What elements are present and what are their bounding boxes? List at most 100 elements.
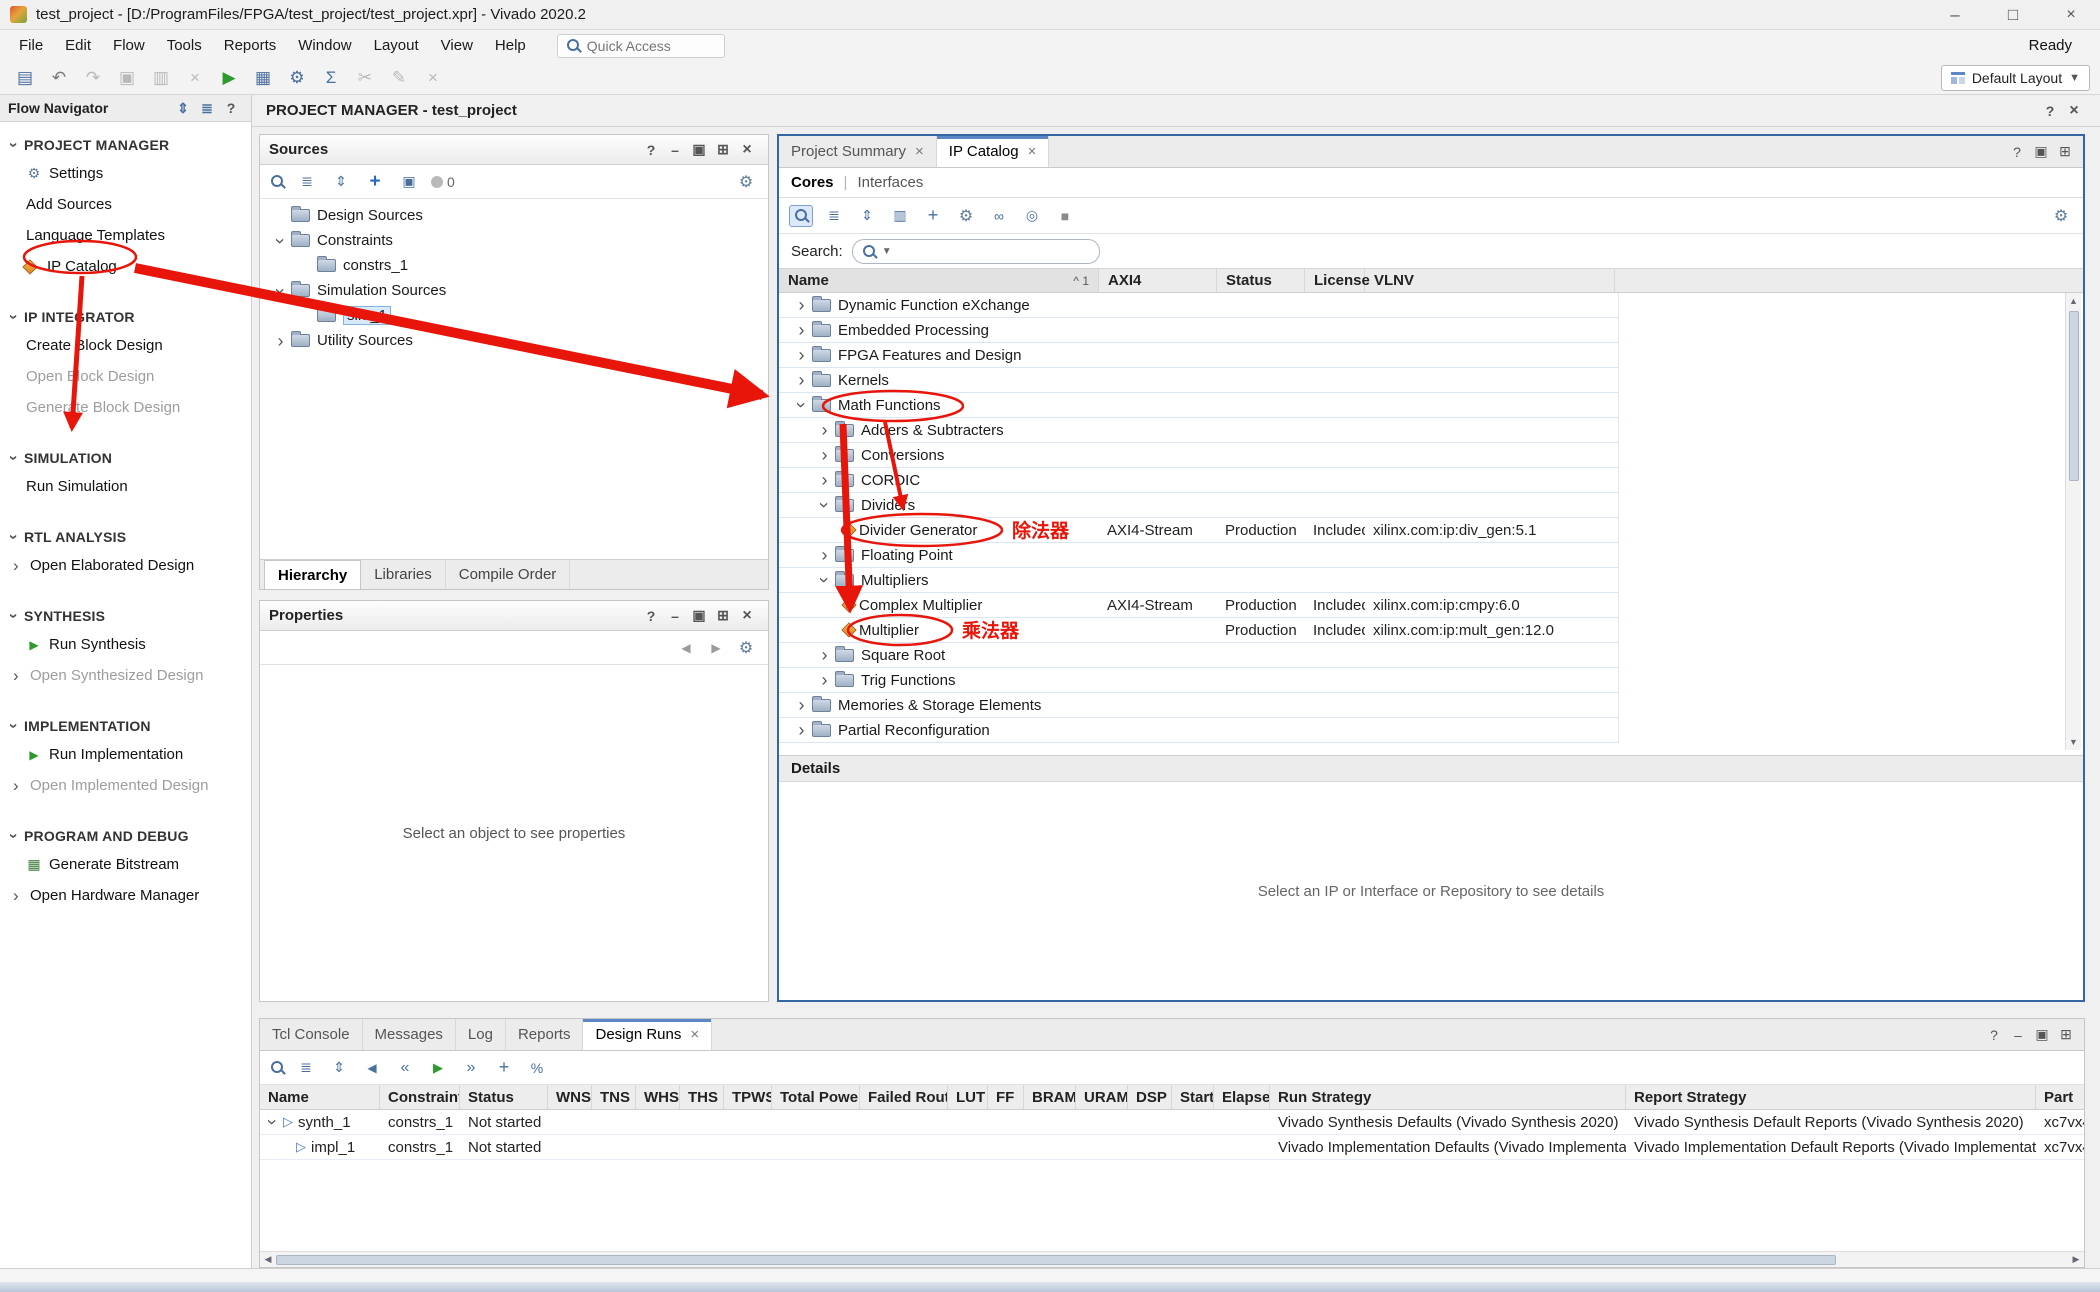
ip-search-box[interactable]: ▼ bbox=[852, 239, 1100, 264]
ip-row-complex-multiplier[interactable]: Complex MultiplierAXI4-StreamProductionI… bbox=[779, 593, 1618, 618]
board-icon[interactable]: ▦ bbox=[248, 65, 278, 91]
ip-row-divider-generator[interactable]: Divider GeneratorAXI4-StreamProductionIn… bbox=[779, 518, 1618, 543]
target-icon[interactable] bbox=[1020, 205, 1044, 227]
chevron-right-icon[interactable]: › bbox=[793, 721, 810, 739]
subtab-interfaces[interactable]: Interfaces bbox=[857, 174, 923, 191]
menu-help[interactable]: Help bbox=[484, 33, 537, 58]
tab-log[interactable]: Log bbox=[456, 1019, 506, 1050]
link-icon[interactable] bbox=[987, 205, 1011, 227]
collapse-all-icon[interactable] bbox=[294, 1057, 318, 1079]
ip-row-dividers[interactable]: ›Dividers bbox=[779, 493, 1618, 518]
collapse-all-icon[interactable] bbox=[295, 171, 319, 193]
close-icon[interactable] bbox=[735, 605, 759, 627]
scroll-left-icon[interactable]: ◀ bbox=[260, 1254, 276, 1265]
flownav-item-open-elaborated-design[interactable]: ›Open Elaborated Design bbox=[0, 550, 251, 581]
ip-row-multipliers[interactable]: ›Multipliers bbox=[779, 568, 1618, 593]
close-icon[interactable]: × bbox=[690, 1026, 699, 1043]
gear-icon[interactable] bbox=[734, 171, 758, 193]
chevron-down-icon[interactable]: › bbox=[272, 282, 290, 299]
expand-all-icon[interactable] bbox=[855, 205, 879, 227]
ip-row-fpga-features-and-design[interactable]: ›FPGA Features and Design bbox=[779, 343, 1618, 368]
redo-icon[interactable]: ↷ bbox=[78, 65, 108, 91]
flownav-item-run-simulation[interactable]: Run Simulation bbox=[0, 471, 251, 502]
horizontal-scrollbar[interactable]: ◀ ▶ bbox=[260, 1251, 2084, 1267]
column-header-lut[interactable]: LUT bbox=[948, 1085, 988, 1109]
edit-icon[interactable]: ✎ bbox=[384, 65, 414, 91]
ip-row-conversions[interactable]: ›Conversions bbox=[779, 443, 1618, 468]
collapse-all-icon[interactable] bbox=[822, 205, 846, 227]
flownav-section-header-rtl-analysis[interactable]: ›RTL ANALYSIS bbox=[0, 524, 251, 550]
scrollbar-thumb[interactable] bbox=[276, 1255, 1836, 1265]
flownav-section-header-implementation[interactable]: ›IMPLEMENTATION bbox=[0, 713, 251, 739]
back-icon[interactable] bbox=[674, 637, 698, 659]
maximize-icon[interactable] bbox=[2053, 141, 2077, 163]
column-header-status[interactable]: Status bbox=[460, 1085, 548, 1109]
run-row-synth-1[interactable]: ›▷synth_1constrs_1Not startedVivado Synt… bbox=[260, 1110, 2084, 1135]
create-run-icon[interactable] bbox=[492, 1057, 516, 1079]
search-toggle-button[interactable] bbox=[789, 205, 813, 227]
column-header-part[interactable]: Part bbox=[2036, 1085, 2084, 1109]
menu-flow[interactable]: Flow bbox=[102, 33, 156, 58]
column-header-report-strategy[interactable]: Report Strategy bbox=[1626, 1085, 2036, 1109]
float-icon[interactable] bbox=[2029, 141, 2053, 163]
chevron-down-icon[interactable]: › bbox=[264, 1114, 282, 1131]
add-repository-icon[interactable] bbox=[921, 205, 945, 227]
menu-window[interactable]: Window bbox=[287, 33, 362, 58]
column-header-elapsed[interactable]: Elapsed bbox=[1214, 1085, 1270, 1109]
sources-tab-hierarchy[interactable]: Hierarchy bbox=[264, 560, 361, 589]
tab-project-summary[interactable]: Project Summary× bbox=[779, 136, 937, 167]
ip-row-square-root[interactable]: ›Square Root bbox=[779, 643, 1618, 668]
copy-icon[interactable]: ▣ bbox=[112, 65, 142, 91]
maximize-icon[interactable] bbox=[711, 605, 735, 627]
column-header-license[interactable]: License bbox=[1305, 269, 1365, 292]
chevron-down-icon[interactable]: › bbox=[793, 397, 811, 414]
gear-icon[interactable] bbox=[734, 637, 758, 659]
column-header-start[interactable]: Start bbox=[1172, 1085, 1214, 1109]
quick-access-search[interactable] bbox=[557, 34, 725, 58]
paste-icon[interactable]: ▥ bbox=[146, 65, 176, 91]
help-icon[interactable] bbox=[639, 605, 663, 627]
ip-row-dynamic-function-exchange[interactable]: ›Dynamic Function eXchange bbox=[779, 293, 1618, 318]
column-header-constraints[interactable]: Constraints bbox=[380, 1085, 460, 1109]
chevron-right-icon[interactable]: › bbox=[816, 671, 833, 689]
column-header-ff[interactable]: FF bbox=[988, 1085, 1024, 1109]
menu-reports[interactable]: Reports bbox=[213, 33, 288, 58]
scroll-to-icon[interactable] bbox=[397, 171, 421, 193]
chevron-right-icon[interactable]: › bbox=[816, 546, 833, 564]
forward-icon[interactable] bbox=[704, 637, 728, 659]
sources-tab-libraries[interactable]: Libraries bbox=[361, 560, 446, 589]
ip-row-multiplier[interactable]: MultiplierProductionIncludedxilinx.com:i… bbox=[779, 618, 1618, 643]
menu-layout[interactable]: Layout bbox=[363, 33, 430, 58]
flownav-section-header-project-manager[interactable]: ›PROJECT MANAGER bbox=[0, 132, 251, 158]
column-header-name[interactable]: Name bbox=[260, 1085, 380, 1109]
flownav-item-generate-bitstream[interactable]: ▦Generate Bitstream bbox=[0, 849, 251, 880]
scroll-up-icon[interactable]: ▲ bbox=[2066, 293, 2081, 309]
expand-all-icon[interactable] bbox=[329, 171, 353, 193]
column-header-tns[interactable]: TNS bbox=[592, 1085, 636, 1109]
chevron-right-icon[interactable]: › bbox=[816, 446, 833, 464]
column-header-bram[interactable]: BRAM bbox=[1024, 1085, 1076, 1109]
tab-reports[interactable]: Reports bbox=[506, 1019, 584, 1050]
menu-tools[interactable]: Tools bbox=[156, 33, 213, 58]
help-icon[interactable] bbox=[2005, 141, 2029, 163]
column-header-status[interactable]: Status bbox=[1217, 269, 1305, 292]
flownav-item-generate-block-design[interactable]: Generate Block Design bbox=[0, 392, 251, 423]
sources-item-design-sources[interactable]: ›Design Sources bbox=[260, 203, 768, 228]
window-close-button[interactable] bbox=[2042, 0, 2100, 30]
column-header-ths[interactable]: THS bbox=[680, 1085, 724, 1109]
sources-item-simulation-sources[interactable]: ›Simulation Sources bbox=[260, 278, 768, 303]
layout-selector[interactable]: Default Layout ▼ bbox=[1941, 65, 2090, 91]
flownav-item-open-block-design[interactable]: Open Block Design bbox=[0, 361, 251, 392]
float-icon[interactable] bbox=[2030, 1024, 2054, 1046]
flownav-item-settings[interactable]: ⚙Settings bbox=[0, 158, 251, 189]
scrollbar-thumb[interactable] bbox=[2069, 311, 2079, 481]
column-header-name[interactable]: Name^ 1 bbox=[779, 269, 1099, 292]
chevron-right-icon[interactable]: › bbox=[816, 471, 833, 489]
column-header-total-power[interactable]: Total Power bbox=[772, 1085, 860, 1109]
ip-row-floating-point[interactable]: ›Floating Point bbox=[779, 543, 1618, 568]
column-header-run-strategy[interactable]: Run Strategy bbox=[1270, 1085, 1626, 1109]
tab-tcl-console[interactable]: Tcl Console bbox=[260, 1019, 363, 1050]
flownav-section-header-ip-integrator[interactable]: ›IP INTEGRATOR bbox=[0, 304, 251, 330]
scroll-down-icon[interactable]: ▼ bbox=[2066, 734, 2081, 750]
filter-icon[interactable] bbox=[888, 205, 912, 227]
